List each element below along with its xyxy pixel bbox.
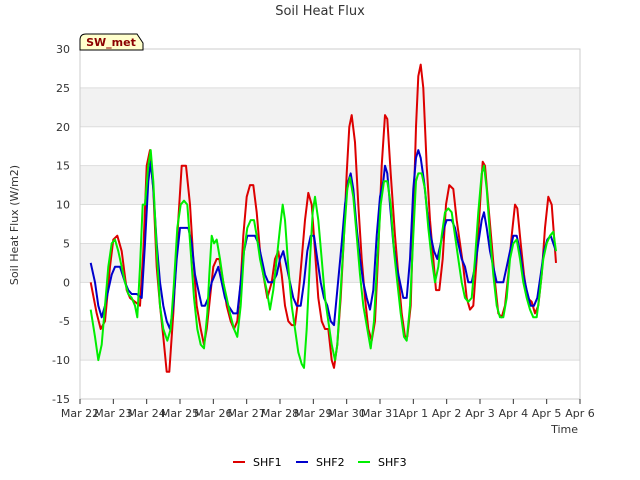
plot-band <box>80 87 580 127</box>
x-tick-label: Mar 31 <box>361 407 399 420</box>
plot-band <box>80 360 580 399</box>
y-tick-label: 15 <box>56 160 70 173</box>
plot-band <box>80 49 580 88</box>
soil-heat-flux-chart: -15-10-5051015202530Mar 22Mar 23Mar 24Ma… <box>0 0 640 480</box>
x-tick-label: Apr 6 <box>565 407 595 420</box>
legend: SHF1 SHF2 SHF3 <box>233 456 407 469</box>
plot-band <box>80 126 580 166</box>
y-tick-label: 5 <box>63 237 70 250</box>
x-tick-label: Apr 5 <box>532 407 562 420</box>
x-tick-label: Apr 1 <box>399 407 429 420</box>
x-tick-label: Apr 3 <box>465 407 495 420</box>
y-tick-label: -15 <box>52 393 70 406</box>
legend-label: SHF2 <box>316 456 345 469</box>
site-badge: SW_met <box>79 33 144 51</box>
y-tick-label: 10 <box>56 199 70 212</box>
y-tick-label: -10 <box>52 354 70 367</box>
y-tick-label: -5 <box>59 315 70 328</box>
y-tick-label: 0 <box>63 276 70 289</box>
badge-label: SW_met <box>86 36 136 49</box>
x-tick-label: Apr 2 <box>432 407 462 420</box>
legend-label: SHF1 <box>253 456 282 469</box>
x-tick-label: Apr 4 <box>499 407 529 420</box>
legend-label: SHF3 <box>378 456 407 469</box>
x-axis-title: Time <box>550 423 578 436</box>
y-tick-label: 30 <box>56 43 70 56</box>
chart-title: Soil Heat Flux <box>275 4 365 19</box>
y-axis-title: Soil Heat Flux (W/m2) <box>8 165 21 285</box>
y-tick-label: 20 <box>56 121 70 134</box>
y-tick-label: 25 <box>56 82 70 95</box>
